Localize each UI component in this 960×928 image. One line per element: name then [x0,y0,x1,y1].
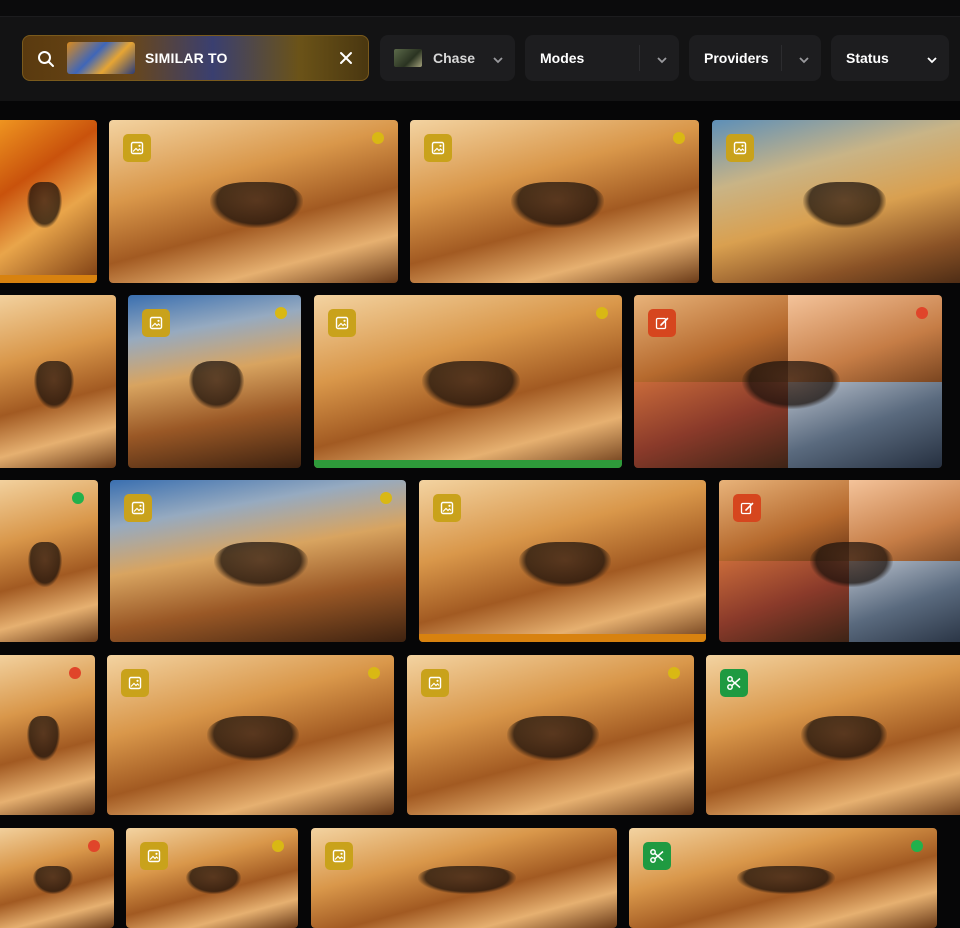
image-type-icon [328,309,356,337]
modes-filter-dropdown[interactable]: Modes [525,35,679,81]
gallery-image-card[interactable] [107,655,394,815]
progress-bar [0,275,97,283]
providers-filter-dropdown[interactable]: Providers [689,35,821,81]
car-silhouette [186,866,242,894]
progress-bar [419,634,706,642]
reference-image-thumbnail [67,42,135,74]
image-type-icon [123,134,151,162]
gallery-image-card[interactable] [419,480,706,642]
gallery-image-card[interactable] [0,655,95,815]
status-filter-label: Status [846,50,889,66]
image-type-icon [121,669,149,697]
status-dot [668,667,680,679]
status-dot [69,667,81,679]
image-type-icon [142,309,170,337]
gallery-image-card[interactable] [126,828,298,928]
car-silhouette [800,715,887,761]
image-type-icon [433,494,461,522]
edit-icon [648,309,676,337]
providers-filter-label: Providers [704,50,769,66]
car-silhouette [421,360,521,410]
chase-thumbnail [394,49,422,67]
gallery-image-card[interactable] [407,655,694,815]
chevron-down-icon [657,52,667,64]
divider [781,45,782,71]
gallery-image-card[interactable] [128,295,301,468]
car-silhouette [736,866,836,894]
gallery-image-card[interactable] [634,295,942,468]
scissors-icon [720,669,748,697]
image-type-icon [325,842,353,870]
image-type-icon [726,134,754,162]
car-silhouette [803,181,887,228]
modes-filter-label: Modes [540,50,585,66]
car-silhouette [26,715,61,761]
edit-icon [733,494,761,522]
gallery-image-card[interactable] [629,828,937,928]
divider [639,45,640,71]
chevron-down-icon [927,52,937,64]
status-dot [380,492,392,504]
image-type-icon [421,669,449,697]
gallery-image-card[interactable] [0,295,116,468]
chase-filter-dropdown[interactable]: Chase [380,35,515,81]
car-silhouette [418,866,516,894]
status-dot [72,492,84,504]
car-silhouette [210,181,303,228]
search-icon [37,50,55,71]
gallery-image-card[interactable] [719,480,960,642]
car-silhouette [33,866,74,894]
chevron-down-icon [493,52,503,64]
car-silhouette [34,360,75,410]
gallery-image-card[interactable] [712,120,960,283]
gallery-image-card[interactable] [410,120,699,283]
scissors-icon [643,842,671,870]
car-silhouette [207,715,300,761]
status-filter-dropdown[interactable]: Status [831,35,949,81]
car-silhouette [213,541,309,587]
gallery-image-card[interactable] [706,655,960,815]
image-type-icon [124,494,152,522]
car-silhouette [511,181,604,228]
progress-bar [314,460,622,468]
gallery-image-card[interactable] [0,480,98,642]
image-type-icon [424,134,452,162]
status-dot [911,840,923,852]
car-silhouette [27,181,62,228]
image-type-icon [140,842,168,870]
status-dot [916,307,928,319]
gallery-image-card[interactable] [314,295,622,468]
gallery-image-card[interactable] [0,120,97,283]
gallery-image-card[interactable] [311,828,617,928]
similar-search-field[interactable]: SIMILAR TO [22,35,369,81]
car-silhouette [27,541,63,587]
chevron-down-icon [799,52,809,64]
car-silhouette [507,715,600,761]
car-silhouette [188,360,244,410]
status-dot [368,667,380,679]
status-dot [596,307,608,319]
similar-to-label: SIMILAR TO [145,50,228,66]
car-silhouette [810,541,894,587]
status-dot [272,840,284,852]
close-icon[interactable] [338,50,354,69]
car-silhouette [519,541,612,587]
status-dot [88,840,100,852]
status-dot [372,132,384,144]
status-dot [673,132,685,144]
chase-filter-label: Chase [433,50,476,66]
gallery-image-card[interactable] [0,828,114,928]
gallery-image-card[interactable] [110,480,406,642]
status-dot [275,307,287,319]
car-silhouette [741,360,841,410]
gallery-image-card[interactable] [109,120,398,283]
